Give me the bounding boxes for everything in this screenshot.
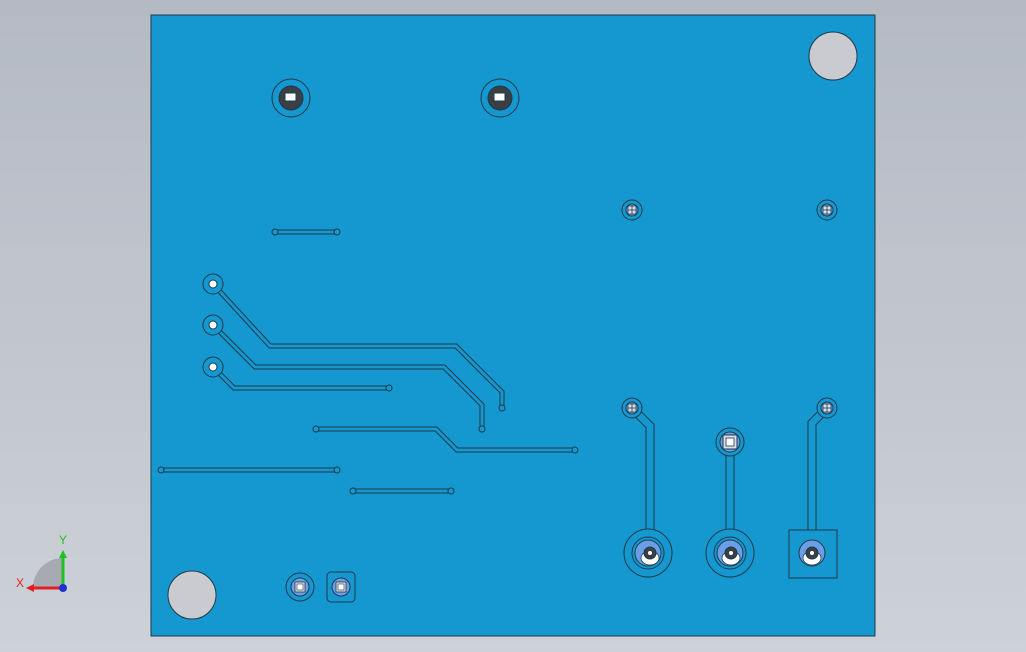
x-axis-label: X [16, 576, 24, 590]
left-pads [202, 273, 224, 378]
cad-viewport[interactable]: X Y [0, 0, 1026, 652]
triad-quadrant-shade [33, 558, 63, 588]
mounting-hole-top-right [808, 31, 858, 81]
mounting-hole-bottom-left [167, 570, 217, 620]
coordinate-triad: X Y [16, 533, 67, 592]
bottom-connectors [623, 528, 838, 579]
z-axis-dot [59, 584, 67, 592]
y-axis-label: Y [59, 533, 67, 547]
